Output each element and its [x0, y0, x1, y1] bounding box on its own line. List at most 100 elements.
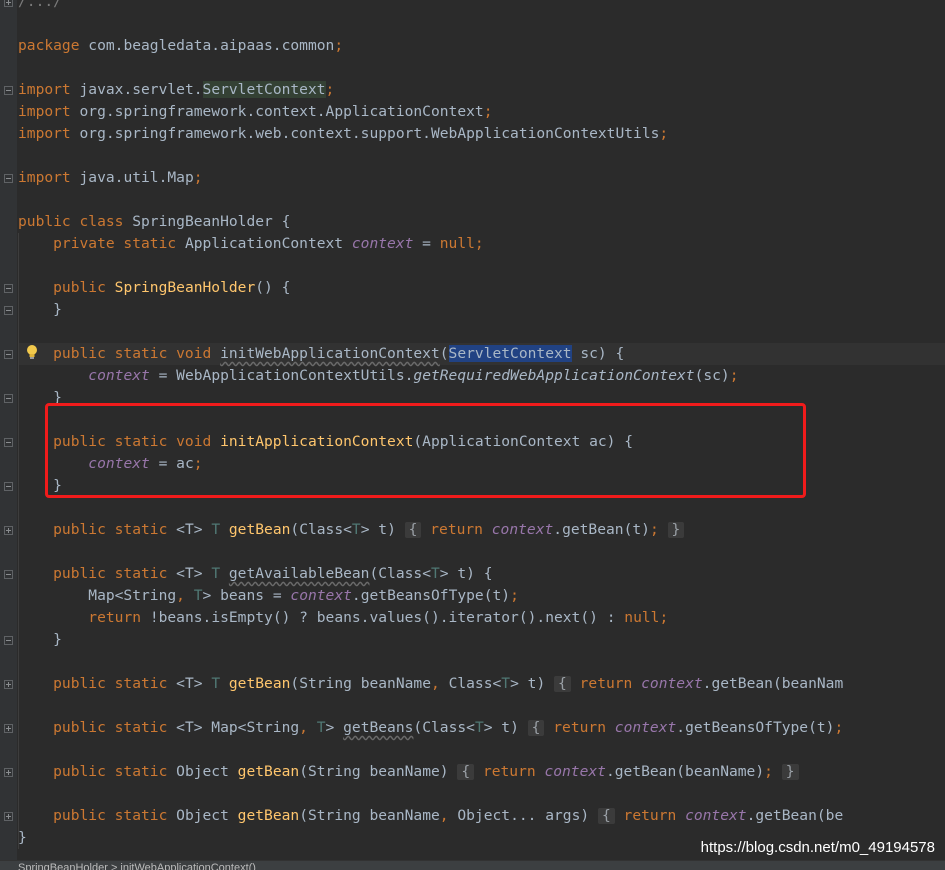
lightbulb-icon[interactable]: [25, 344, 39, 360]
code-line-field-context[interactable]: private static ApplicationContext contex…: [18, 233, 945, 255]
indent-guide: [18, 563, 19, 585]
code-line-import-appctx[interactable]: import org.springframework.context.Appli…: [18, 101, 945, 123]
fold-collapse-icon[interactable]: [4, 86, 13, 95]
code-line-get-available-return[interactable]: return !beans.isEmpty() ? beans.values()…: [18, 607, 945, 629]
code-line-import-utils[interactable]: import org.springframework.web.context.s…: [18, 123, 945, 145]
indent-guide: [18, 607, 19, 629]
indent-guide: [18, 233, 19, 255]
code-line-blank-1[interactable]: [18, 13, 945, 35]
code-token: context: [614, 719, 677, 736]
fold-collapse-icon[interactable]: [4, 394, 13, 403]
code-line-blank-2[interactable]: [18, 57, 945, 79]
code-token: T: [211, 565, 229, 582]
fold-expand-icon[interactable]: [4, 724, 13, 733]
code-token: java.util.Map: [79, 169, 194, 186]
fold-collapse-icon[interactable]: [4, 570, 13, 579]
code-token: ;: [193, 169, 203, 186]
code-token: T: [431, 565, 440, 582]
code-line-class-decl[interactable]: public class SpringBeanHolder {: [18, 211, 945, 233]
code-line-get-bean-args[interactable]: public static Object getBean(String bean…: [4, 805, 945, 827]
code-line-init-web[interactable]: public static void initWebApplicationCon…: [4, 343, 945, 365]
code-token: public static: [18, 675, 177, 692]
code-line-get-bean-name-class[interactable]: public static <T> T getBean(String beanN…: [4, 673, 945, 695]
fold-collapse-icon[interactable]: [4, 284, 13, 293]
code-line-blank-6[interactable]: [18, 321, 945, 343]
fold-collapse-icon[interactable]: [4, 306, 13, 315]
code-line-get-available[interactable]: public static <T> T getAvailableBean(Cla…: [4, 563, 945, 585]
code-line-blank-11[interactable]: [18, 695, 945, 717]
code-line-blank-5[interactable]: [18, 255, 945, 277]
code-line-package[interactable]: package com.beagledata.aipaas.common;: [18, 35, 945, 57]
fold-collapse-icon[interactable]: [4, 636, 13, 645]
code-token: (sc): [694, 367, 730, 384]
code-line-blank-10[interactable]: [18, 651, 945, 673]
code-token: return: [430, 521, 492, 538]
code-line-blank-4[interactable]: [18, 189, 945, 211]
indent-guide: [18, 365, 19, 387]
code-line-import-map[interactable]: import java.util.Map;: [4, 167, 945, 189]
code-line-import-servlet[interactable]: import javax.servlet.ServletContext;: [4, 79, 945, 101]
highlight-annotation-box: [45, 403, 806, 498]
indent-guide: [18, 343, 19, 365]
code-line-blank-12[interactable]: [18, 739, 945, 761]
code-token: > t) {: [439, 565, 493, 582]
code-line-blank-9[interactable]: [18, 541, 945, 563]
fold-expand-icon[interactable]: [4, 0, 13, 7]
code-token: (Class<: [369, 565, 431, 582]
code-token: }: [18, 631, 62, 648]
code-token: getBean: [237, 763, 300, 780]
code-line-init-web-body[interactable]: context = WebApplicationContextUtils.get…: [18, 365, 945, 387]
code-token: null: [624, 609, 660, 626]
code-line-constructor[interactable]: public SpringBeanHolder() {: [4, 277, 945, 299]
code-token: public class: [18, 213, 133, 230]
code-token: Map<String: [18, 587, 177, 604]
code-token: getBean: [228, 675, 291, 692]
fold-expand-icon[interactable]: [4, 812, 13, 821]
code-line-get-available-close[interactable]: }: [4, 629, 945, 651]
code-token: .getBeansOfType(t): [676, 719, 835, 736]
code-token: sc) {: [571, 345, 625, 362]
code-line-get-bean-name[interactable]: public static Object getBean(String bean…: [4, 761, 945, 783]
code-line-get-available-map[interactable]: Map<String, T> beans = context.getBeansO…: [18, 585, 945, 607]
code-token: ;: [325, 81, 335, 98]
indent-guide: [18, 585, 19, 607]
code-token: > t): [510, 675, 555, 692]
code-token: ;: [729, 367, 739, 384]
fold-expand-icon[interactable]: [4, 526, 13, 535]
code-token: ;: [510, 587, 519, 604]
indent-guide: [18, 651, 19, 673]
fold-collapse-icon[interactable]: [4, 350, 13, 359]
code-line-constructor-close[interactable]: }: [4, 299, 945, 321]
code-token: (: [439, 345, 449, 362]
code-line-blank-3[interactable]: [18, 145, 945, 167]
code-token: .getBean(beanName): [605, 763, 765, 780]
code-token: SpringBeanHolder: [114, 279, 256, 296]
code-token: }: [667, 522, 685, 538]
fold-collapse-icon[interactable]: [4, 438, 13, 447]
code-token: getBean: [228, 521, 291, 538]
indent-guide: [18, 387, 19, 409]
code-line-blank-13[interactable]: [18, 783, 945, 805]
fold-expand-icon[interactable]: [4, 768, 13, 777]
code-line-header-comment[interactable]: /.../: [4, 0, 945, 13]
code-token: <T>: [176, 565, 212, 582]
code-token: >: [325, 719, 344, 736]
code-line-blank-8[interactable]: [18, 497, 945, 519]
code-line-get-bean-class[interactable]: public static <T> T getBean(Class<T> t) …: [4, 519, 945, 541]
code-token: > t): [483, 719, 528, 736]
fold-collapse-icon[interactable]: [4, 174, 13, 183]
fold-collapse-icon[interactable]: [4, 482, 13, 491]
code-token: public static: [18, 565, 177, 582]
code-line-get-beans[interactable]: public static <T> Map<String, T> getBean…: [4, 717, 945, 739]
code-token: {: [597, 808, 615, 824]
fold-expand-icon[interactable]: [4, 680, 13, 689]
code-token: ;: [659, 125, 669, 142]
